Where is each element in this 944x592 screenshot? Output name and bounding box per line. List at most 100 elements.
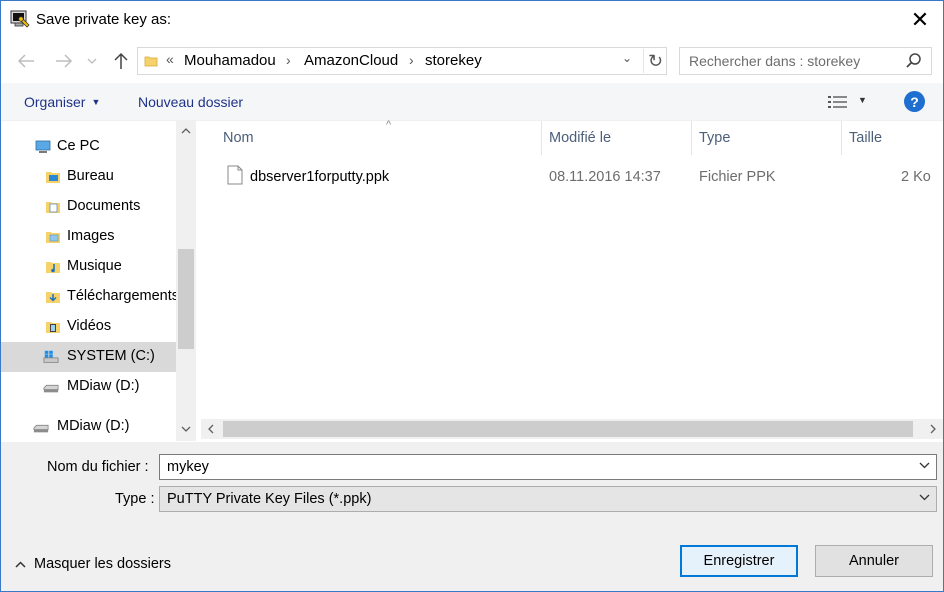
tree-item-videos[interactable]: Vidéos [1, 312, 176, 342]
breadcrumb-item[interactable]: Mouhamadou [184, 52, 276, 69]
tree-item-label: Images [67, 228, 115, 244]
system-drive-icon [43, 350, 59, 363]
tree-item-label: Ce PC [57, 138, 100, 154]
tree-item-mdiaw-d-root[interactable]: MDiaw (D:) [1, 412, 176, 442]
navigation-pane: Ce PC Bureau Documents Images Musique Té… [1, 121, 197, 441]
view-options-icon[interactable] [827, 94, 849, 110]
filename-field[interactable]: mykey [159, 454, 937, 480]
search-box[interactable]: Rechercher dans : storekey [679, 47, 932, 75]
tree-item-label: MDiaw (D:) [57, 418, 130, 434]
new-folder-button[interactable]: Nouveau dossier [138, 94, 243, 110]
forward-button[interactable] [52, 49, 76, 73]
tree-item-system-c[interactable]: SYSTEM (C:) [1, 342, 176, 372]
chevron-down-icon [919, 492, 930, 504]
scroll-right-icon[interactable] [923, 419, 943, 439]
drive-icon [43, 384, 59, 393]
drive-icon [33, 424, 49, 433]
column-header-label: Type [699, 130, 731, 146]
tree-item-ce-pc[interactable]: Ce PC [1, 132, 176, 162]
scroll-up-icon[interactable] [176, 121, 196, 141]
save-button[interactable]: Enregistrer [680, 545, 798, 577]
tree-item-label: Musique [67, 258, 122, 274]
column-header-size[interactable]: Taille [842, 121, 943, 155]
chevron-down-icon [87, 58, 97, 64]
music-folder-icon [46, 262, 60, 273]
dialog-title: Save private key as: [36, 11, 172, 28]
desktop-folder-icon [46, 172, 60, 183]
computer-icon [35, 140, 51, 153]
column-header-label: Taille [849, 130, 883, 146]
breadcrumb-separator[interactable]: › [286, 52, 291, 68]
breadcrumb-separator[interactable]: › [409, 52, 414, 68]
file-type-select[interactable]: PuTTY Private Key Files (*.ppk) [159, 486, 937, 512]
sort-ascending-icon: ^ [386, 119, 392, 131]
column-header-label: Modifié le [549, 130, 612, 146]
tree-item-images[interactable]: Images [1, 222, 176, 252]
file-list-scrollbar[interactable] [201, 419, 943, 439]
file-list: Nom ^ Modifié le Type Taille dbserver1fo… [201, 119, 944, 441]
arrow-right-icon [56, 54, 73, 68]
search-input[interactable]: Rechercher dans : storekey [689, 53, 860, 69]
close-icon: ✕ [910, 7, 930, 32]
address-bar[interactable]: « Mouhamadou › AmazonCloud › storekey ⌄ … [137, 47, 667, 75]
file-type-label: Type : [115, 491, 155, 507]
chevron-down-icon[interactable] [919, 460, 930, 472]
hide-folders-label: Masquer les dossiers [34, 556, 171, 572]
command-bar: Organiser ▼ Nouveau dossier ▼ ? [1, 83, 943, 121]
breadcrumb-item[interactable]: storekey [425, 52, 482, 69]
file-size: 2 Ko [901, 169, 931, 185]
help-icon[interactable]: ? [904, 91, 925, 112]
chevron-up-icon [15, 559, 26, 571]
scrollbar-thumb[interactable] [223, 421, 913, 437]
breadcrumb-item[interactable]: AmazonCloud [304, 52, 398, 69]
refresh-button[interactable]: ↻ [643, 49, 667, 73]
tree-item-documents[interactable]: Documents [1, 192, 176, 222]
address-row: « Mouhamadou › AmazonCloud › storekey ⌄ … [1, 39, 943, 83]
tree-item-label: Documents [67, 198, 141, 214]
nav-pane-scrollbar[interactable] [176, 121, 196, 441]
title-bar[interactable]: Save private key as: ✕ [1, 1, 943, 39]
tree-item-label: Téléchargements [67, 288, 176, 304]
breadcrumb-overflow[interactable]: « [166, 51, 174, 67]
tree-item-label: Bureau [67, 168, 114, 184]
file-name: dbserver1forputty.ppk [250, 169, 390, 185]
putty-app-icon [10, 10, 30, 28]
organize-label: Organiser [24, 94, 86, 110]
column-header-name[interactable]: Nom ^ [216, 119, 541, 155]
tree-item-bureau[interactable]: Bureau [1, 162, 176, 192]
up-button[interactable] [109, 49, 133, 73]
file-row[interactable]: dbserver1forputty.ppk 08.11.2016 14:37 F… [223, 163, 944, 191]
tree-item-label: MDiaw (D:) [67, 378, 140, 394]
tree-item-musique[interactable]: Musique [1, 252, 176, 282]
view-dropdown-icon[interactable]: ▼ [858, 95, 867, 105]
back-button[interactable] [14, 49, 38, 73]
hide-folders-toggle[interactable]: Masquer les dossiers [15, 556, 171, 572]
search-icon[interactable] [905, 52, 923, 70]
organize-button[interactable]: Organiser ▼ [24, 94, 100, 110]
tree-item-mdiaw-d[interactable]: MDiaw (D:) [1, 372, 176, 402]
scroll-left-icon[interactable] [201, 419, 221, 439]
scroll-down-icon[interactable] [176, 419, 196, 439]
tree-item-label: SYSTEM (C:) [67, 348, 155, 364]
tree-item-telechargements[interactable]: Téléchargements [1, 282, 176, 312]
column-header-modified[interactable]: Modifié le [542, 121, 692, 155]
address-dropdown-icon[interactable]: ⌄ [622, 51, 632, 65]
tree-item-label: Vidéos [67, 318, 112, 334]
file-type-value: PuTTY Private Key Files (*.ppk) [167, 491, 372, 507]
downloads-folder-icon [46, 292, 60, 303]
videos-folder-icon [46, 322, 60, 333]
scrollbar-thumb[interactable] [178, 249, 194, 349]
column-header-label: Nom [223, 130, 254, 146]
cancel-button[interactable]: Annuler [815, 545, 933, 577]
refresh-icon: ↻ [647, 50, 664, 71]
close-button[interactable]: ✕ [897, 1, 943, 39]
images-folder-icon [46, 232, 60, 243]
file-icon [227, 165, 243, 185]
documents-folder-icon [46, 202, 60, 213]
recent-locations-button[interactable] [83, 49, 101, 73]
arrow-up-icon [114, 52, 128, 69]
column-header-type[interactable]: Type [692, 121, 842, 155]
save-options-panel: Nom du fichier : mykey Type : PuTTY Priv… [1, 442, 943, 591]
filename-input[interactable]: mykey [167, 459, 209, 475]
arrow-left-icon [17, 54, 34, 68]
